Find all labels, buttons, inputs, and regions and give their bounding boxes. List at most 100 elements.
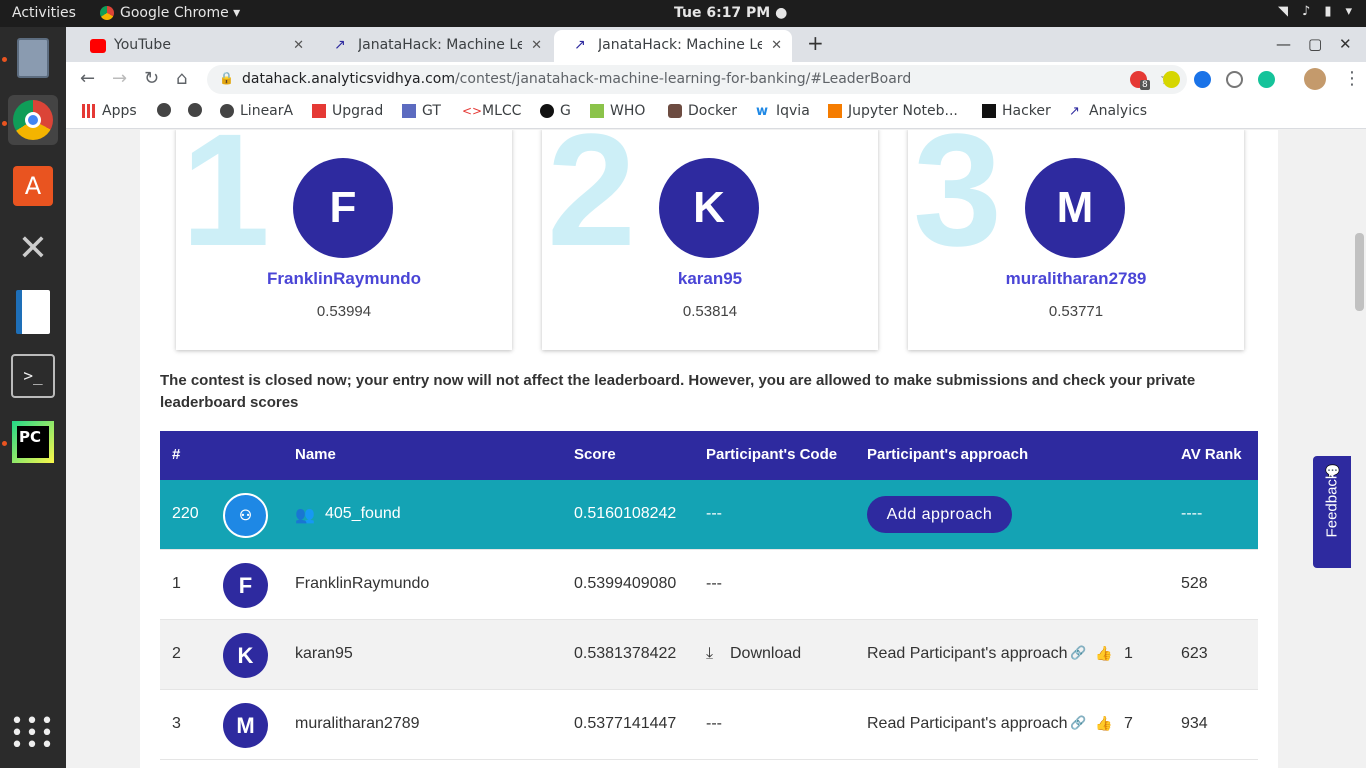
like-count: 1: [1124, 645, 1133, 662]
bookmark-github[interactable]: G: [540, 103, 571, 119]
clock[interactable]: Tue 6:17 PM ●: [674, 5, 787, 21]
software-center-icon[interactable]: A: [8, 161, 58, 211]
bookmark-label: Docker: [688, 103, 738, 119]
row-name: 405_found: [325, 505, 401, 522]
participant-score: 0.53994: [316, 303, 372, 320]
bookmark-globe-1[interactable]: [157, 103, 177, 117]
header-rank: #: [172, 446, 181, 463]
pycharm-icon[interactable]: PC: [8, 417, 58, 467]
show-apps-icon[interactable]: ••• ••• •••: [8, 709, 58, 759]
browser-toolbar: ← → ↻ ⌂ 🔒 datahack.analyticsvidhya.com/c…: [66, 62, 1366, 96]
new-tab-button[interactable]: +: [807, 31, 824, 55]
analytics-icon: ↗: [574, 37, 586, 53]
bookmark-jupyter[interactable]: Jupyter Noteb...: [828, 103, 958, 119]
bookmark-analyics[interactable]: ↗ Analyics: [1069, 103, 1147, 119]
translate-icon: [402, 104, 416, 118]
writer-icon[interactable]: [8, 287, 58, 337]
chrome-dock-icon[interactable]: [8, 95, 58, 145]
row-av-rank: 934: [1181, 715, 1208, 732]
header-av-rank: AV Rank: [1181, 446, 1242, 463]
back-button[interactable]: ←: [80, 68, 95, 89]
podium-card-1: 1 F FranklinRaymundo 0.53994: [176, 130, 512, 350]
bookmark-apps[interactable]: Apps: [82, 103, 137, 119]
maximize-button[interactable]: ▢: [1308, 35, 1322, 53]
row-name[interactable]: muralitharan2789: [295, 715, 420, 733]
bookmark-docker[interactable]: Docker: [668, 103, 737, 119]
bookmark-upgrad[interactable]: Upgrad: [312, 103, 383, 119]
analytics-icon: ↗: [334, 37, 346, 53]
bookmark-label: GT: [422, 103, 441, 119]
add-approach-button[interactable]: Add approach: [867, 496, 1012, 533]
leaderboard-content: 1 F FranklinRaymundo 0.53994 2 K karan95…: [140, 130, 1278, 768]
row-name[interactable]: karan95: [295, 645, 353, 663]
files-icon[interactable]: [8, 33, 58, 83]
profile-avatar[interactable]: [1304, 68, 1326, 90]
team-avatar-icon: ⚇: [223, 493, 268, 538]
row-rank: 1: [172, 575, 181, 592]
running-indicator: [2, 121, 7, 126]
header-code: Participant's Code: [706, 446, 838, 463]
tab-janatahack-2[interactable]: ↗ JanataHack: Machine Lea ✕: [554, 30, 792, 62]
thumbs-up-icon[interactable]: 👍: [1095, 645, 1112, 662]
bookmark-mlcc[interactable]: <> MLCC: [462, 103, 521, 119]
rank-watermark: 1: [181, 130, 270, 279]
row-score: 0.5399409080: [574, 575, 677, 592]
thumbs-up-icon[interactable]: 👍: [1095, 715, 1112, 732]
extension-icon[interactable]: [1163, 71, 1180, 88]
close-icon[interactable]: ✕: [771, 38, 782, 53]
scrollbar-thumb[interactable]: [1355, 233, 1364, 311]
extension-code-icon[interactable]: [1226, 71, 1243, 88]
activities-button[interactable]: Activities: [12, 5, 76, 21]
avatar: M: [223, 703, 268, 748]
participant-name-link[interactable]: muralitharan2789: [908, 269, 1244, 289]
bookmark-lineara[interactable]: LinearA: [220, 103, 293, 119]
analytics-icon: ↗: [1069, 104, 1080, 119]
read-approach-link[interactable]: Read Participant's approach: [867, 715, 1068, 733]
extension-globe-icon[interactable]: [1194, 71, 1211, 88]
tools-icon[interactable]: ✕: [8, 223, 58, 273]
download-icon[interactable]: ⤓: [706, 645, 713, 663]
bookmark-globe-2[interactable]: [188, 103, 208, 117]
bookmark-iqvia[interactable]: w Iqvia: [756, 103, 810, 119]
participant-score: 0.53771: [1048, 303, 1104, 320]
close-icon[interactable]: ✕: [531, 38, 542, 53]
participant-name-link[interactable]: FranklinRaymundo: [176, 269, 512, 289]
bookmark-label: Analyics: [1089, 103, 1148, 119]
bookmark-who[interactable]: WHO: [590, 103, 645, 119]
menu-kebab-icon[interactable]: ⋮: [1343, 68, 1361, 89]
bookmark-gt[interactable]: GT: [402, 103, 441, 119]
extension-grammarly-icon[interactable]: [1258, 71, 1275, 88]
home-button[interactable]: ⌂: [176, 68, 187, 89]
bookmark-hacker[interactable]: Hacker: [982, 103, 1051, 119]
terminal-icon[interactable]: >_: [8, 351, 58, 401]
page-scrollbar[interactable]: [1352, 130, 1366, 768]
wifi-icon: ◥: [1278, 4, 1289, 19]
app-menu[interactable]: Google Chrome ▾: [100, 5, 240, 21]
address-bar[interactable]: 🔒 datahack.analyticsvidhya.com/contest/j…: [207, 65, 1187, 94]
close-window-button[interactable]: ✕: [1339, 35, 1352, 53]
rank-watermark: 2: [547, 130, 636, 279]
docker-icon: [668, 104, 682, 118]
read-approach-link[interactable]: Read Participant's approach: [867, 645, 1068, 663]
header-approach: Participant's approach: [867, 446, 1029, 463]
forward-button[interactable]: →: [112, 68, 127, 89]
row-name[interactable]: FranklinRaymundo: [295, 575, 429, 593]
avatar: K: [223, 633, 268, 678]
close-icon[interactable]: ✕: [293, 38, 304, 53]
participant-name-link[interactable]: karan95: [542, 269, 878, 289]
chrome-icon: [100, 6, 114, 20]
feedback-tab[interactable]: 💬 Feedback: [1313, 456, 1351, 568]
tab-youtube[interactable]: YouTube ✕: [70, 30, 314, 62]
bookmark-label: G: [560, 103, 571, 119]
tab-janatahack-1[interactable]: ↗ JanataHack: Machine Lea ✕: [314, 30, 552, 62]
battery-icon: ▮: [1324, 4, 1332, 19]
minimize-button[interactable]: —: [1276, 35, 1291, 53]
url-text: datahack.analyticsvidhya.com/contest/jan…: [242, 71, 911, 87]
row-code: ---: [706, 505, 722, 522]
avatar: F: [293, 158, 393, 258]
download-link[interactable]: Download: [730, 645, 801, 663]
reload-button[interactable]: ↻: [144, 68, 159, 89]
upgrad-icon: [312, 104, 326, 118]
system-tray[interactable]: ◥ ♪ ▮ ▾: [1278, 4, 1352, 19]
bookmark-label: Jupyter Noteb...: [848, 103, 958, 119]
